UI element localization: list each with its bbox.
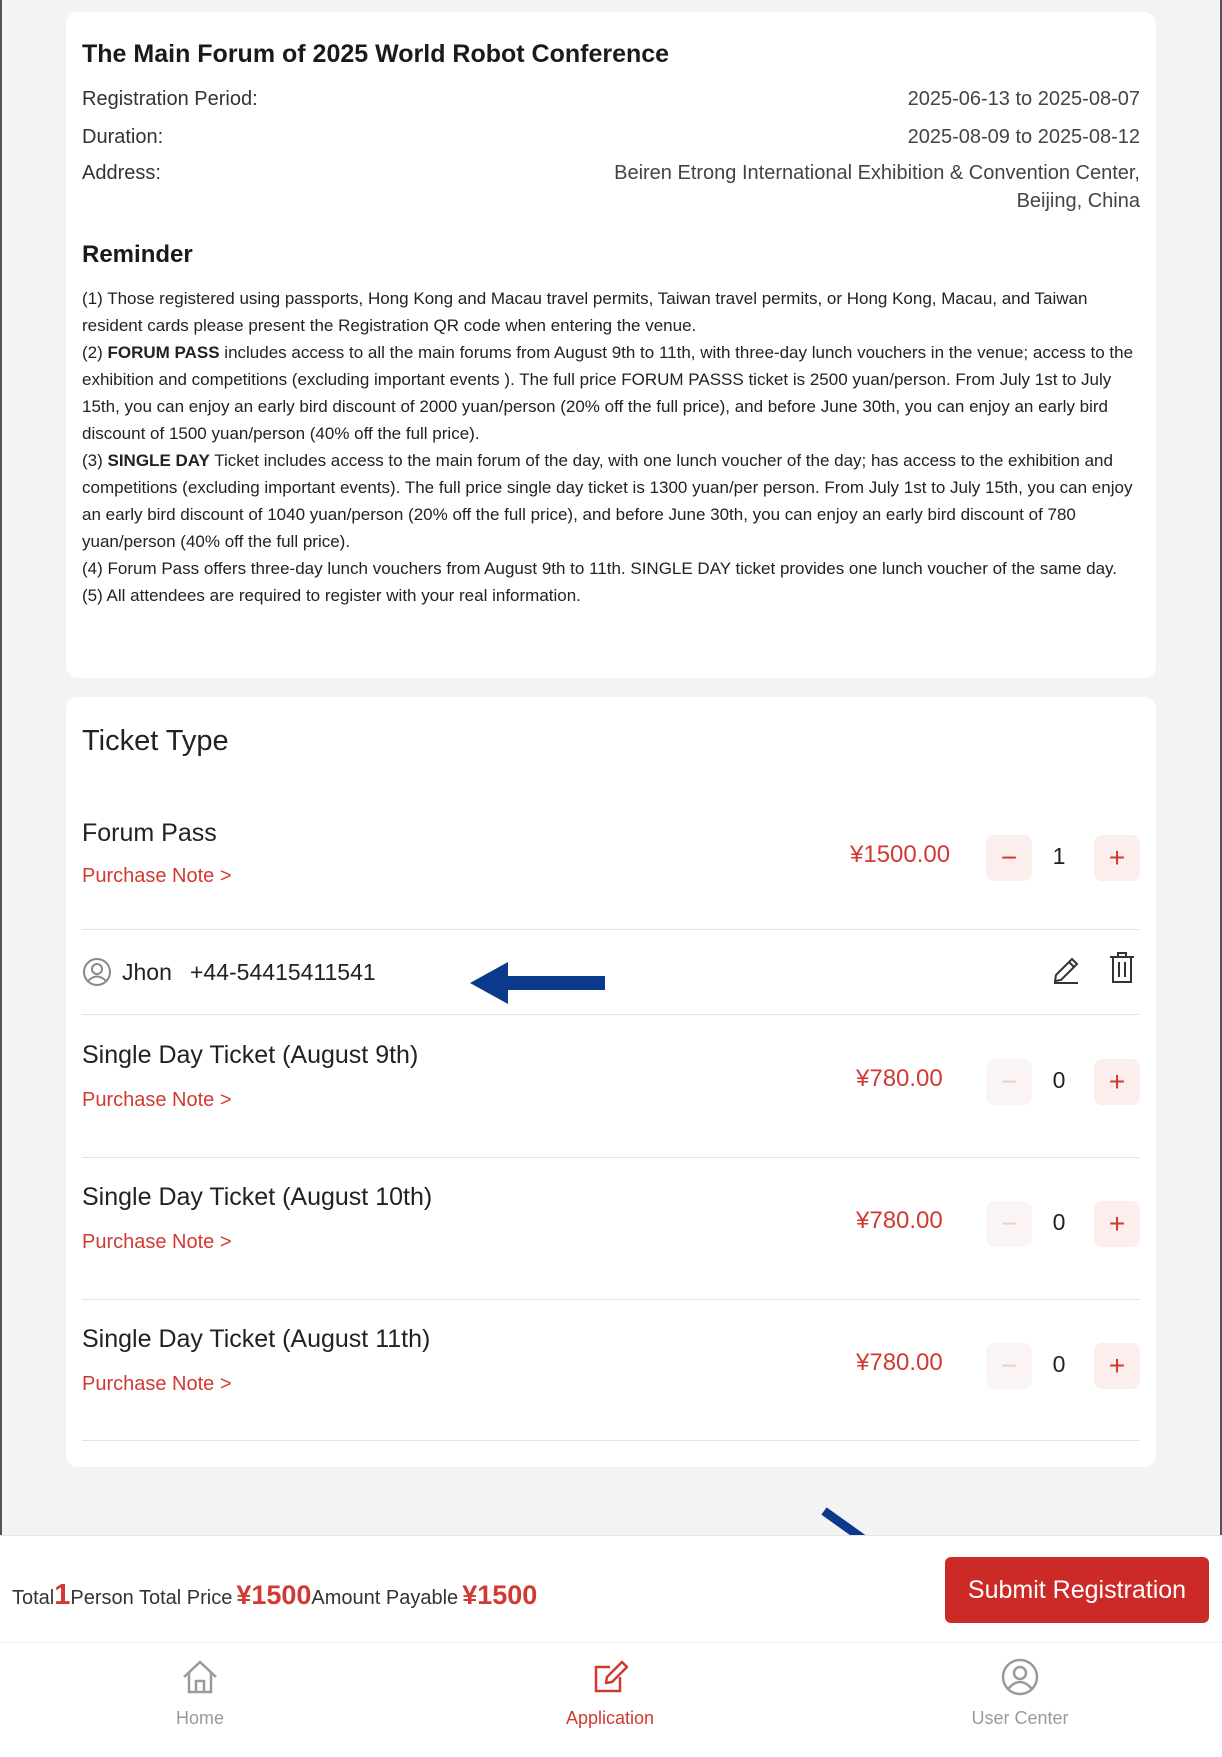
increase-qty-button[interactable]: + xyxy=(1094,835,1140,881)
purchase-note-link[interactable]: Purchase Note > xyxy=(82,1373,232,1396)
ticket-qty: 1 xyxy=(1052,843,1066,869)
totals-summary: Total 1 Person Total Price ¥1500 Amount … xyxy=(12,1579,537,1612)
increase-qty-button[interactable]: + xyxy=(1094,1059,1140,1105)
amount-payable-label: Amount Payable xyxy=(311,1587,459,1609)
decrease-qty-button[interactable]: − xyxy=(986,1343,1032,1389)
address-line-2: Beijing, China xyxy=(1016,190,1140,212)
decrease-qty-button[interactable]: − xyxy=(986,1201,1032,1247)
user-icon xyxy=(1000,1658,1040,1701)
attendee-name: Jhon xyxy=(122,959,172,985)
duration-label: Duration: xyxy=(82,126,164,148)
ticket-type-heading: Ticket Type xyxy=(82,725,229,757)
tab-application-label: Application xyxy=(565,1708,655,1728)
divider xyxy=(82,1014,1140,1015)
ticket-price: ¥1500.00 xyxy=(850,841,951,868)
reminder-item-5: (5) All attendees are required to regist… xyxy=(82,586,581,605)
left-arrow-annotation xyxy=(470,962,605,1004)
divider xyxy=(82,1157,1140,1158)
reminder-item-3: (3) SINGLE DAY Ticket includes access to… xyxy=(82,447,1140,555)
tab-application[interactable]: Application xyxy=(510,1657,710,1729)
divider xyxy=(82,1440,1140,1441)
reminder-item-2-prefix: (2) xyxy=(82,343,108,362)
edit-document-icon xyxy=(590,1660,630,1701)
reminder-item-2-text: includes access to all the main forums f… xyxy=(82,343,1134,443)
tab-home-label: Home xyxy=(175,1708,224,1728)
reminder-item-2-bold: FORUM PASS xyxy=(107,343,220,362)
ticket-price: ¥780.00 xyxy=(856,1349,943,1376)
total-label: Total xyxy=(12,1587,55,1609)
ticket-name: Single Day Ticket (August 9th) xyxy=(82,1041,419,1069)
reminder-item-2: (2) FORUM PASS includes access to all th… xyxy=(82,339,1140,447)
address-value: Beiren Etrong International Exhibition &… xyxy=(614,159,1140,215)
ticket-row-single-day-aug-11: Single Day Ticket (August 11th) Purchase… xyxy=(82,1325,1140,1425)
ticket-qty: 0 xyxy=(1052,1351,1066,1377)
purchase-note-link[interactable]: Purchase Note > xyxy=(82,1089,232,1112)
address-row: Address: Beiren Etrong International Exh… xyxy=(82,159,1140,215)
ticket-price: ¥780.00 xyxy=(856,1065,943,1092)
registration-period-label: Registration Period: xyxy=(82,88,258,110)
person-total-price: ¥1500 xyxy=(236,1580,312,1610)
reminder-title: Reminder xyxy=(82,241,193,268)
edit-icon[interactable] xyxy=(1050,951,1082,990)
ticket-name: Single Day Ticket (August 10th) xyxy=(82,1183,433,1211)
decrease-qty-button[interactable]: − xyxy=(986,1059,1032,1105)
reminder-item-4: (4) Forum Pass offers three-day lunch vo… xyxy=(82,559,1117,578)
duration-value: 2025-08-09 to 2025-08-12 xyxy=(907,126,1140,148)
event-info-card: The Main Forum of 2025 World Robot Confe… xyxy=(66,12,1156,678)
ticket-qty: 0 xyxy=(1052,1209,1066,1235)
tab-home[interactable]: Home xyxy=(100,1657,300,1729)
bottom-tab-bar: Home Application User Center xyxy=(0,1645,1222,1757)
checkout-bar: Total 1 Person Total Price ¥1500 Amount … xyxy=(0,1535,1222,1643)
amount-payable-value: ¥1500 xyxy=(462,1580,538,1610)
reminder-item-1: (1) Those registered using passports, Ho… xyxy=(82,289,1088,335)
address-line-1: Beiren Etrong International Exhibition &… xyxy=(614,162,1140,184)
ticket-qty: 0 xyxy=(1052,1067,1066,1093)
purchase-note-link[interactable]: Purchase Note > xyxy=(82,1231,232,1254)
person-total-label: Person Total Price xyxy=(70,1587,233,1609)
increase-qty-button[interactable]: + xyxy=(1094,1201,1140,1247)
submit-registration-button[interactable]: Submit Registration xyxy=(945,1557,1209,1623)
reminder-item-3-text: Ticket includes access to the main forum… xyxy=(82,451,1133,551)
ticket-name: Forum Pass xyxy=(82,819,217,847)
duration-row: Duration: 2025-08-09 to 2025-08-12 xyxy=(82,123,1140,151)
purchase-note-link[interactable]: Purchase Note > xyxy=(82,865,232,888)
registration-period-row: Registration Period: 2025-06-13 to 2025-… xyxy=(82,85,1140,113)
divider xyxy=(82,929,1140,930)
person-icon xyxy=(82,957,112,992)
ticket-type-card: Ticket Type Forum Pass Purchase Note > ¥… xyxy=(66,697,1156,1467)
event-title: The Main Forum of 2025 World Robot Confe… xyxy=(82,40,670,68)
decrease-qty-button[interactable]: − xyxy=(986,835,1032,881)
tab-user-center-label: User Center xyxy=(971,1708,1069,1728)
divider xyxy=(82,1299,1140,1300)
ticket-name: Single Day Ticket (August 11th) xyxy=(82,1325,431,1353)
attendee-row: Jhon +44-54415411541 xyxy=(82,947,1140,1007)
ticket-price: ¥780.00 xyxy=(856,1207,943,1234)
registration-period-value: 2025-06-13 to 2025-08-07 xyxy=(907,88,1140,110)
ticket-row-single-day-aug-10: Single Day Ticket (August 10th) Purchase… xyxy=(82,1183,1140,1283)
increase-qty-button[interactable]: + xyxy=(1094,1343,1140,1389)
trash-icon[interactable] xyxy=(1108,951,1136,990)
home-icon xyxy=(180,1660,220,1701)
ticket-row-single-day-aug-9: Single Day Ticket (August 9th) Purchase … xyxy=(82,1041,1140,1141)
reminder-body: (1) Those registered using passports, Ho… xyxy=(82,285,1140,609)
address-label: Address: xyxy=(82,162,161,184)
reminder-item-3-bold: SINGLE DAY xyxy=(107,451,210,470)
ticket-row-forum-pass: Forum Pass Purchase Note > ¥1500.00 − 1 … xyxy=(82,819,1140,919)
attendee-phone: +44-54415411541 xyxy=(190,959,376,985)
reminder-item-3-prefix: (3) xyxy=(82,451,108,470)
tab-user-center[interactable]: User Center xyxy=(920,1657,1120,1729)
person-count: 1 xyxy=(54,1579,71,1611)
